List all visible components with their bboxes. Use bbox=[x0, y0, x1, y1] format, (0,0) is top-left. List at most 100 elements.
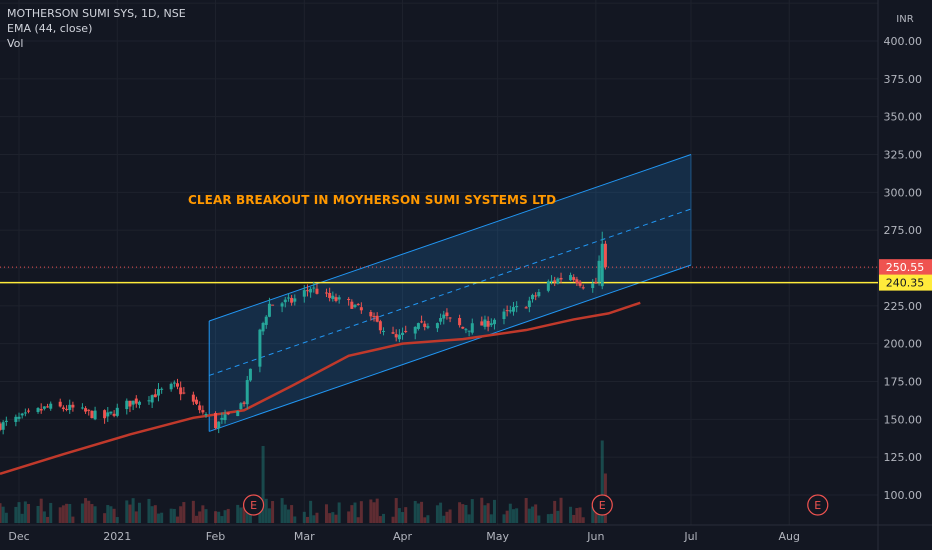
x-tick-label: Dec bbox=[8, 530, 29, 543]
candle-body bbox=[68, 404, 72, 411]
candle-body bbox=[448, 317, 452, 319]
candle-body bbox=[492, 319, 496, 325]
candle-body bbox=[248, 368, 252, 381]
volume-bar bbox=[356, 517, 360, 523]
candle-body bbox=[23, 412, 27, 414]
volume-bar bbox=[17, 502, 21, 523]
candle-body bbox=[420, 321, 424, 323]
candle-body bbox=[391, 332, 395, 334]
candle-body bbox=[556, 278, 560, 284]
volume-bar bbox=[290, 505, 294, 523]
volume-bar bbox=[401, 512, 405, 523]
candle-body bbox=[115, 407, 119, 416]
ema-indicator-label[interactable]: EMA (44, close) bbox=[7, 21, 186, 36]
candle-body bbox=[87, 409, 91, 411]
earnings-marker-label: E bbox=[814, 499, 821, 512]
volume-bar bbox=[134, 511, 138, 523]
volume-indicator-label[interactable]: Vol bbox=[7, 36, 186, 51]
volume-bar bbox=[239, 507, 243, 523]
candle-body bbox=[553, 280, 557, 283]
candle-body bbox=[369, 311, 373, 317]
candle-body bbox=[350, 301, 354, 309]
volume-bar bbox=[286, 509, 290, 523]
last-price-label: 250.55 bbox=[886, 261, 925, 274]
volume-bar bbox=[435, 505, 439, 523]
candle-body bbox=[527, 300, 531, 308]
x-tick-label: Jun bbox=[586, 530, 604, 543]
candle-body bbox=[546, 281, 550, 291]
volume-bar bbox=[195, 515, 199, 523]
volume-bar bbox=[553, 500, 557, 523]
candle-body bbox=[245, 380, 249, 405]
volume-bar bbox=[58, 507, 62, 523]
volume-bar bbox=[515, 508, 519, 523]
candle-body bbox=[511, 307, 515, 312]
candle-body bbox=[356, 304, 360, 306]
candle-body bbox=[394, 334, 398, 338]
candle-body bbox=[147, 400, 151, 402]
candle-body bbox=[600, 243, 604, 287]
volume-bar bbox=[378, 516, 382, 523]
candle-body bbox=[435, 323, 439, 329]
candle-body bbox=[413, 326, 417, 334]
candle-body bbox=[49, 403, 53, 409]
volume-bar bbox=[337, 502, 341, 523]
volume-bar bbox=[372, 502, 376, 523]
candle-body bbox=[58, 401, 62, 407]
candle-body bbox=[90, 411, 94, 419]
candle-body bbox=[169, 383, 173, 390]
y-tick-label: 150.00 bbox=[884, 413, 923, 426]
volume-bar bbox=[80, 503, 84, 523]
candle-body bbox=[226, 412, 230, 415]
volume-bar bbox=[302, 511, 306, 523]
candle-body bbox=[375, 315, 379, 322]
volume-bar bbox=[328, 513, 332, 523]
candle-body bbox=[372, 316, 376, 318]
volume-bar bbox=[128, 504, 132, 523]
volume-bar bbox=[375, 498, 379, 523]
volume-bar bbox=[271, 501, 275, 523]
volume-bar bbox=[524, 497, 528, 523]
candle-body bbox=[508, 310, 512, 312]
volume-bar bbox=[581, 517, 585, 523]
volume-bar bbox=[445, 511, 449, 523]
volume-bar bbox=[369, 499, 373, 523]
candle-body bbox=[401, 332, 405, 335]
volume-bar bbox=[492, 499, 496, 523]
volume-bar bbox=[90, 504, 94, 523]
candle-body bbox=[125, 400, 129, 410]
candle-body bbox=[290, 297, 294, 303]
volume-bar bbox=[480, 497, 484, 523]
volume-bar bbox=[49, 502, 53, 523]
volume-bar bbox=[42, 511, 46, 523]
candle-body bbox=[439, 318, 443, 322]
volume-bar bbox=[397, 508, 401, 523]
volume-bar bbox=[153, 505, 157, 523]
y-tick-label: 325.00 bbox=[884, 149, 923, 162]
candle-body bbox=[483, 319, 487, 327]
candle-body bbox=[280, 303, 284, 307]
x-tick-label: Apr bbox=[393, 530, 413, 543]
volume-bar bbox=[470, 499, 474, 523]
candle-body bbox=[131, 400, 135, 405]
volume-bar bbox=[439, 502, 443, 523]
volume-bar bbox=[309, 500, 313, 523]
candle-body bbox=[80, 407, 84, 409]
volume-bar bbox=[461, 504, 465, 523]
candle-body bbox=[470, 323, 474, 333]
volume-bar bbox=[169, 508, 173, 523]
candle-body bbox=[531, 294, 535, 300]
candle-body bbox=[103, 410, 107, 419]
volume-bar bbox=[464, 504, 468, 523]
volume-bar bbox=[426, 515, 430, 523]
y-tick-label: 300.00 bbox=[884, 186, 923, 199]
volume-bar bbox=[68, 504, 72, 523]
candle-body bbox=[302, 290, 306, 297]
price-chart[interactable]: INR 100.00 125.00 150.00 175.00 200.00 225.00 2… bbox=[0, 0, 932, 550]
candle-body bbox=[236, 411, 240, 417]
candle-body bbox=[27, 410, 31, 412]
symbol-title[interactable]: MOTHERSON SUMI SYS, 1D, NSE bbox=[7, 6, 186, 21]
y-tick-label: 275.00 bbox=[884, 224, 923, 237]
candle-body bbox=[198, 405, 202, 411]
candle-body bbox=[36, 408, 40, 413]
